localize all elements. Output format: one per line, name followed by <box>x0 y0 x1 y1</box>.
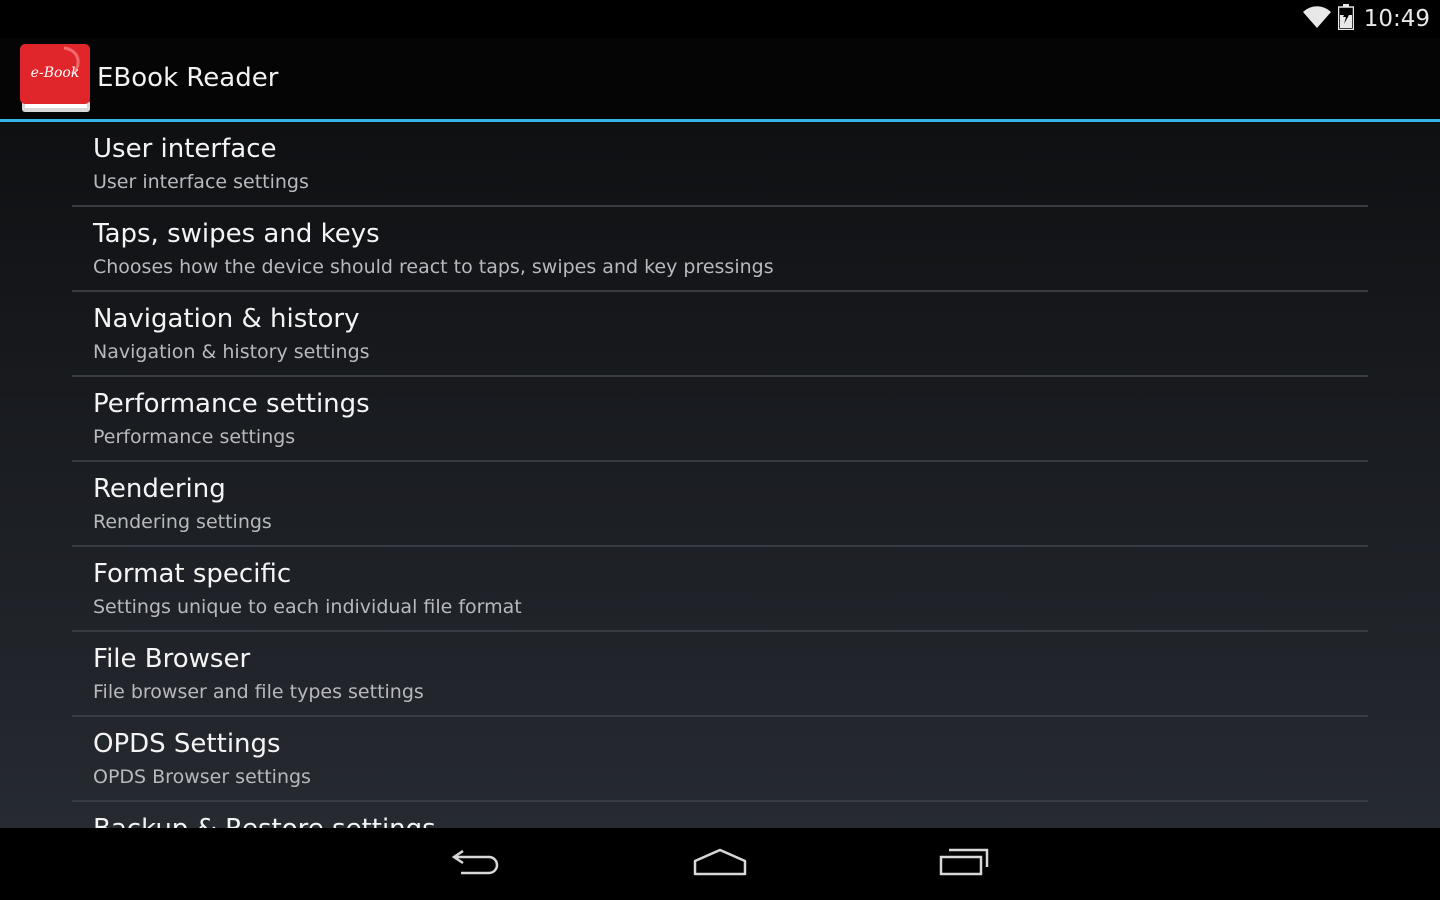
settings-item-backup-restore[interactable]: Backup & Restore settings <box>72 802 1368 828</box>
settings-item-user-interface[interactable]: User interface User interface settings <box>72 122 1368 207</box>
item-summary: OPDS Browser settings <box>93 766 311 788</box>
settings-item-opds[interactable]: OPDS Settings OPDS Browser settings <box>72 717 1368 802</box>
back-icon <box>451 847 503 881</box>
battery-icon <box>1337 4 1354 34</box>
item-title: Performance settings <box>93 389 370 419</box>
item-title: Taps, swipes and keys <box>93 219 380 249</box>
item-title: File Browser <box>93 644 251 674</box>
settings-content[interactable]: User interface User interface settings T… <box>0 122 1440 828</box>
item-summary: Navigation & history settings <box>93 341 370 363</box>
item-summary: User interface settings <box>93 171 309 193</box>
wifi-icon <box>1302 5 1332 33</box>
status-bar: 10:49 <box>0 0 1440 38</box>
item-title: Rendering <box>93 474 226 504</box>
item-summary: Rendering settings <box>93 511 272 533</box>
settings-item-navigation-history[interactable]: Navigation & history Navigation & histor… <box>72 292 1368 377</box>
item-title: OPDS Settings <box>93 729 281 759</box>
item-summary: Settings unique to each individual file … <box>93 596 522 618</box>
app-logo-icon[interactable]: e-Book <box>20 44 92 114</box>
home-button[interactable] <box>680 844 760 884</box>
recents-button[interactable] <box>924 844 1004 884</box>
back-button[interactable] <box>437 844 517 884</box>
app-logo-text: e-Book <box>31 65 80 81</box>
screen: 10:49 e-Book EBook Reader User interface… <box>0 0 1440 900</box>
navigation-bar <box>0 828 1440 900</box>
settings-item-format-specific[interactable]: Format specific Settings unique to each … <box>72 547 1368 632</box>
item-title: Backup & Restore settings <box>93 814 436 828</box>
item-summary: Performance settings <box>93 426 296 448</box>
item-title: Format specific <box>93 559 292 589</box>
settings-list: User interface User interface settings T… <box>72 122 1368 828</box>
action-bar: e-Book EBook Reader <box>0 38 1440 122</box>
status-time: 10:49 <box>1363 6 1430 32</box>
settings-item-taps-swipes-keys[interactable]: Taps, swipes and keys Chooses how the de… <box>72 207 1368 292</box>
status-icons: 10:49 <box>1302 0 1430 38</box>
settings-item-performance[interactable]: Performance settings Performance setting… <box>72 377 1368 462</box>
item-title: User interface <box>93 134 277 164</box>
home-icon <box>692 847 748 881</box>
recents-icon <box>937 847 991 881</box>
app-title: EBook Reader <box>97 63 279 93</box>
settings-item-file-browser[interactable]: File Browser File browser and file types… <box>72 632 1368 717</box>
item-summary: Chooses how the device should react to t… <box>93 256 774 278</box>
item-title: Navigation & history <box>93 304 360 334</box>
settings-item-rendering[interactable]: Rendering Rendering settings <box>72 462 1368 547</box>
item-summary: File browser and file types settings <box>93 681 424 703</box>
